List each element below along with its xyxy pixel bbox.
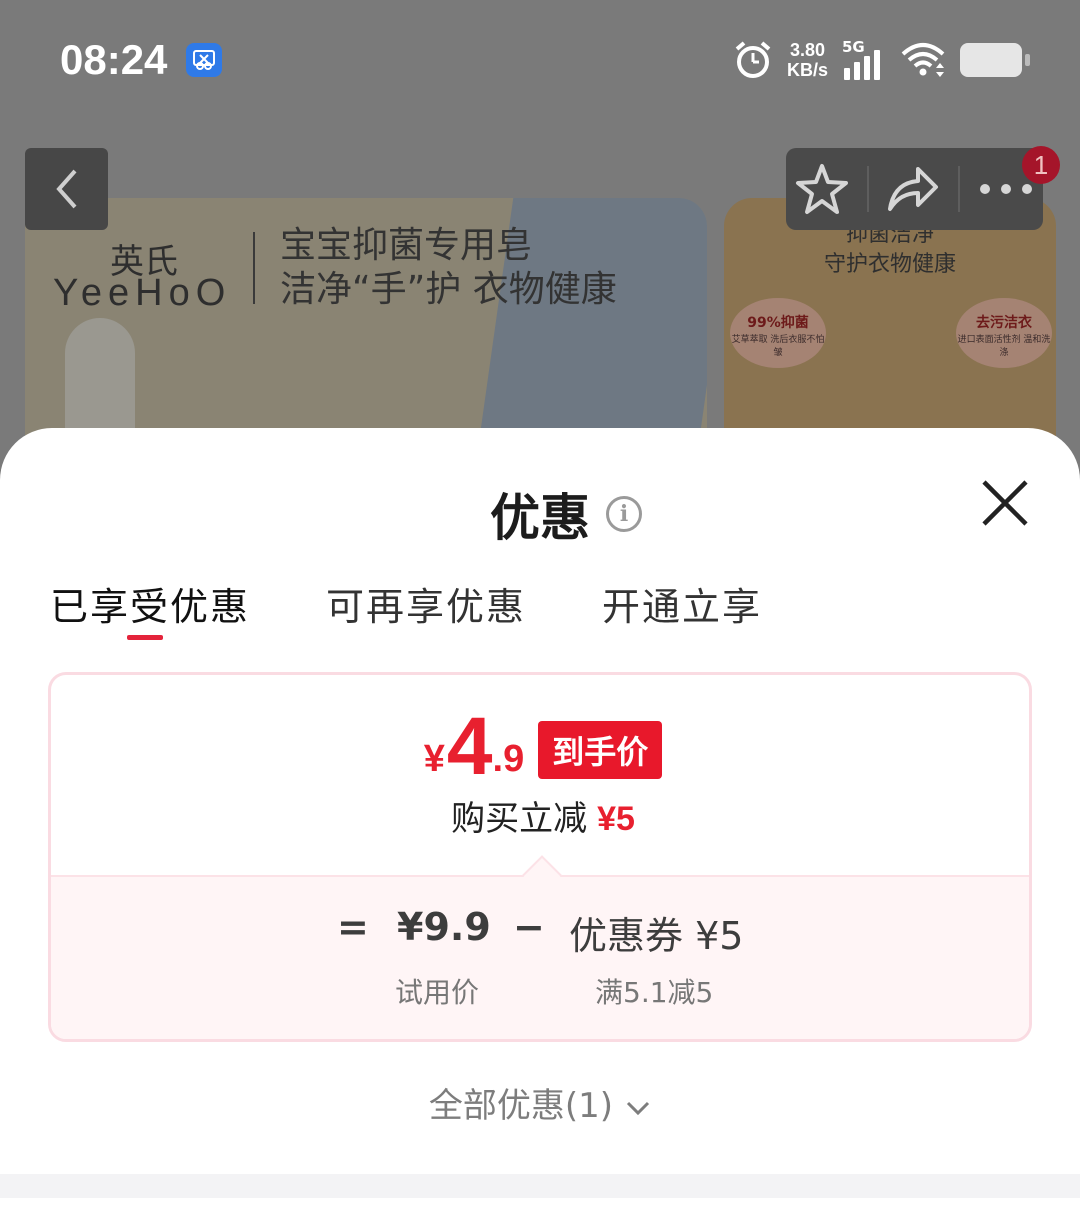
brand-divider — [253, 232, 255, 304]
tab-label: 可再享优惠 — [326, 585, 527, 629]
minus-sign: − — [513, 905, 545, 949]
tab-more-available[interactable]: 可再享优惠 — [326, 576, 526, 646]
discount-tabs: 已享受优惠 可再享优惠 开通立享 — [50, 576, 762, 646]
instant-discount: 购买立减 ¥5 — [51, 791, 1029, 840]
status-bar: 08:24 3.80 KB/s 5G — [0, 0, 1080, 120]
slogan-line-1: 宝宝抑菌专用皂 — [280, 225, 533, 266]
final-price: ¥ 4 .9 到手价 — [51, 701, 1029, 792]
chevron-down-icon — [627, 1101, 650, 1115]
base-price: ¥9.9 — [397, 905, 491, 949]
base-price-label: 试用价 — [395, 976, 480, 1009]
info-icon[interactable]: i — [606, 496, 642, 532]
side-badge-sub: 进口表面活性剂 温和洗涤 — [957, 335, 1051, 358]
final-price-tag: 到手价 — [538, 721, 663, 779]
screenshot-app-icon — [186, 43, 222, 77]
banner-slogan: 宝宝抑菌专用皂 洁净“手”护 衣物健康 — [280, 224, 617, 312]
price-breakdown — [51, 875, 1029, 1039]
discount-card: ¥ 4 .9 到手价 购买立减 ¥5 = ¥9.9 − 优惠券 ¥5 试用价 满5… — [48, 672, 1032, 1042]
share-icon[interactable] — [886, 165, 940, 213]
discount-sheet: 优惠 i 已享受优惠 可再享优惠 开通立享 ¥ 4 .9 到手价 购买立减 ¥5 … — [0, 428, 1080, 1206]
all-coupons-toggle[interactable]: 全部优惠(1) — [0, 1078, 1080, 1127]
side-badge-clean: 去污洁衣 进口表面活性剂 温和洗涤 — [956, 298, 1052, 368]
brand-logo-en: YeeHoO — [53, 272, 232, 314]
side-badge-title: 去污洁衣 — [976, 315, 1032, 331]
tab-enjoyed[interactable]: 已享受优惠 — [50, 576, 250, 646]
side-line-2: 守护衣物健康 — [823, 252, 956, 277]
tab-activate[interactable]: 开通立享 — [602, 576, 762, 646]
cellular-signal-icon: 5G — [842, 38, 886, 80]
price-decimal: .9 — [492, 738, 525, 780]
back-button[interactable] — [25, 148, 108, 230]
favorite-star-icon[interactable] — [795, 163, 849, 215]
toolbar-divider — [958, 166, 961, 212]
toolbar-divider — [866, 166, 869, 212]
net-speed-unit: KB/s — [786, 60, 828, 80]
side-badge-antibacterial: 99%抑菌 艾草萃取 洗后衣服不怕皱 — [730, 298, 826, 368]
net-speed-value: 3.80 — [789, 40, 826, 60]
price-currency: ¥ — [423, 738, 445, 780]
instant-discount-label: 购买立减 — [451, 799, 588, 839]
more-icon[interactable] — [978, 182, 1034, 196]
alarm-icon — [735, 41, 771, 78]
equals-sign: = — [337, 905, 369, 949]
coupon-rule: 满5.1减5 — [595, 976, 714, 1009]
instant-discount-amount: ¥5 — [597, 800, 635, 838]
price-integer: 4 — [446, 701, 493, 792]
sheet-title: 优惠 — [490, 489, 590, 547]
tab-label: 开通立享 — [602, 585, 763, 629]
slogan-line-2: 洁净“手”护 衣物健康 — [280, 269, 617, 310]
battery-icon — [960, 43, 1030, 77]
banner-bunny-figure — [65, 318, 135, 438]
sheet-footer-divider — [0, 1174, 1080, 1198]
product-banner-side[interactable]: 抑菌洁净 守护衣物健康 99%抑菌 艾草萃取 洗后衣服不怕皱 去污洁衣 进口表面… — [724, 198, 1056, 458]
close-icon[interactable] — [978, 476, 1032, 530]
active-tab-indicator — [127, 635, 163, 640]
status-icons: 3.80 KB/s 5G — [733, 38, 1030, 82]
net-speed: 3.80 KB/s — [787, 40, 828, 80]
wifi-icon — [901, 43, 945, 77]
all-coupons-label: 全部优惠(1) — [428, 1086, 614, 1126]
sheet-header: 优惠 i — [0, 478, 1080, 550]
notification-badge: 1 — [1022, 146, 1060, 184]
side-badge-sub: 艾草萃取 洗后衣服不怕皱 — [731, 335, 825, 358]
top-toolbar — [786, 148, 1043, 230]
coupon-amount: 优惠券 ¥5 — [569, 914, 744, 958]
price-formula: = ¥9.9 − 优惠券 ¥5 — [51, 905, 1029, 958]
product-banner-main[interactable]: 英氏 YeeHoO 宝宝抑菌专用皂 洁净“手”护 衣物健康 — [25, 198, 707, 458]
tab-label: 已享受优惠 — [50, 585, 251, 629]
side-badge-title: 99%抑菌 — [747, 315, 809, 331]
chevron-left-icon — [55, 169, 76, 209]
network-type: 5G — [842, 38, 865, 56]
status-time: 08:24 — [60, 36, 168, 83]
